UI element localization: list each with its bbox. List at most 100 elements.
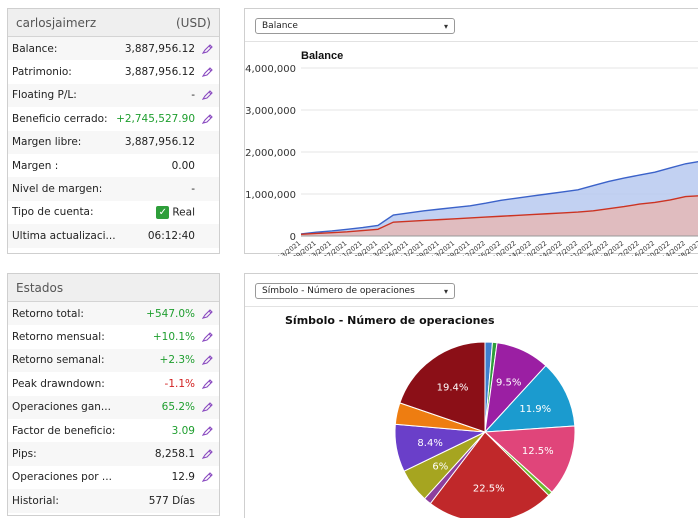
stat-value: 3,887,956.12	[124, 136, 195, 149]
pie-chart-area: Símbolo - Número de operaciones 9.5% 11.9%…	[245, 306, 698, 518]
account-header: carlosjaimerz (USD)	[8, 9, 219, 37]
stat-value: 0.00	[171, 159, 195, 172]
stat-row: Balance: 3,887,956.12	[8, 37, 219, 61]
stat-row: Retorno semanal: +2.3%	[8, 348, 219, 373]
edit-pencil-icon[interactable]	[201, 43, 215, 54]
stat-row: Retorno mensual: +10.1%	[8, 325, 219, 348]
chart-title: Símbolo - Número de operaciones	[285, 314, 495, 327]
stat-row: Margen libre: 3,887,956.12	[8, 130, 219, 154]
stats-rows: Retorno total: +547.0% Retorno mensual: +10…	[8, 302, 219, 513]
pie-chart: Símbolo - Número de operaciones 9.5% 11.9%…	[285, 314, 576, 518]
edit-pencil-icon[interactable]	[201, 449, 215, 459]
stat-row: Beneficio cerrado: +2,745,527.90	[8, 107, 219, 130]
stat-value: 12.9	[171, 471, 195, 484]
account-type-text: Real	[172, 206, 195, 219]
stat-label: Nivel de margen:	[12, 183, 103, 196]
balance-chart-selector[interactable]: Balance ▾	[255, 18, 455, 34]
account-name: carlosjaimerz	[16, 15, 97, 30]
stat-label: Peak drawndown:	[12, 377, 105, 390]
y-tick-label: 1,000,000	[245, 190, 296, 201]
stat-label: Patrimonio:	[12, 66, 72, 79]
stat-row: Factor de beneficio: 3.09	[8, 419, 219, 442]
stat-value: 3,887,956.12	[124, 42, 195, 55]
chevron-down-icon: ▾	[443, 21, 448, 31]
pie-slice-label: 22.5%	[473, 484, 505, 495]
account-currency: (USD)	[175, 15, 211, 30]
edit-pencil-icon[interactable]	[201, 402, 215, 413]
stat-value: ✓ Real	[156, 205, 195, 219]
pie-slice-label: 6%	[432, 461, 448, 472]
stat-row: Floating P/L: -	[8, 83, 219, 108]
check-icon: ✓	[156, 205, 170, 219]
stat-row: Peak drawndown: -1.1%	[8, 372, 219, 395]
stat-label: Retorno total:	[12, 307, 84, 320]
stat-value: 3.09	[171, 424, 195, 437]
stat-value: 3,887,956.12	[124, 66, 195, 79]
stat-row: Retorno total: +547.0%	[8, 302, 219, 326]
stat-value: -	[191, 183, 195, 196]
stat-label: Historial:	[12, 494, 59, 507]
edit-pencil-icon[interactable]	[201, 67, 215, 77]
stat-label: Retorno semanal:	[12, 354, 105, 367]
edit-pencil-icon[interactable]	[201, 355, 215, 366]
stats-header: Estados	[8, 274, 219, 302]
stat-value: -1.1%	[164, 377, 195, 390]
stat-label: Operaciones por ...	[12, 471, 112, 484]
edit-pencil-icon[interactable]	[201, 379, 215, 389]
edit-pencil-icon[interactable]	[201, 425, 215, 436]
stat-label: Pips:	[12, 448, 37, 461]
pie-slice-label: 19.4%	[437, 383, 469, 394]
edit-pencil-icon[interactable]	[201, 308, 215, 319]
y-tick-label: 3,000,000	[245, 106, 296, 117]
stat-label: Tipo de cuenta:	[12, 206, 94, 219]
stats-title: Estados	[16, 280, 64, 295]
balance-selector-label: Balance	[262, 21, 298, 31]
stat-row: Operaciones por ... 12.9	[8, 466, 219, 489]
y-tick-label: 4,000,000	[245, 64, 296, 75]
stat-label: Margen libre:	[12, 136, 82, 149]
stat-row: Ultima actualizaci... 06:12:40	[8, 224, 219, 248]
pie-slice-label: 8.4%	[417, 438, 442, 449]
edit-pencil-icon[interactable]	[201, 332, 215, 342]
stat-value: +2.3%	[159, 354, 195, 367]
stat-label: Balance:	[12, 42, 58, 55]
stat-value: 8,258.1	[154, 448, 195, 461]
stat-row: Tipo de cuenta: ✓ Real	[8, 201, 219, 224]
account-rows: Balance: 3,887,956.12 Patrimonio: 3,887,956…	[8, 37, 219, 248]
pie-slice-label: 12.5%	[522, 446, 554, 457]
stat-value: +10.1%	[152, 331, 195, 344]
stat-label: Ultima actualizaci...	[12, 229, 116, 242]
stat-value: -	[191, 89, 195, 102]
stat-value: 577 Días	[148, 494, 195, 507]
stat-row: Nivel de margen: -	[8, 177, 219, 201]
balance-chart: Balance 4,000,000 3,000,000 2,000,000 1,000,…	[245, 50, 698, 269]
stat-label: Retorno mensual:	[12, 331, 105, 344]
stat-label: Factor de beneficio:	[12, 424, 116, 437]
stat-row: Patrimonio: 3,887,956.12	[8, 60, 219, 83]
stat-label: Floating P/L:	[12, 89, 77, 102]
edit-pencil-icon[interactable]	[201, 90, 215, 101]
pie-chart-panel: Símbolo - Número de operaciones ▾ Símbol…	[244, 273, 698, 518]
account-panel: carlosjaimerz (USD) Balance: 3,887,956.12…	[7, 8, 220, 254]
chart-title: Balance	[301, 50, 343, 62]
stat-label: Beneficio cerrado:	[12, 112, 108, 125]
balance-chart-area: Balance 4,000,000 3,000,000 2,000,000 1,000,…	[245, 41, 698, 269]
pie-chart-selector[interactable]: Símbolo - Número de operaciones ▾	[255, 283, 455, 299]
edit-pencil-icon[interactable]	[201, 472, 215, 483]
stat-label: Operaciones gan...	[12, 401, 111, 414]
stat-value: 65.2%	[161, 401, 195, 414]
stats-panel: Estados Retorno total: +547.0% Retorno men…	[7, 273, 220, 516]
stat-value: +547.0%	[146, 307, 195, 320]
stat-row: Historial: 577 Días	[8, 489, 219, 513]
balance-chart-panel: Balance ▾ Balance 4,000,000 3,000,000 2,000…	[244, 8, 698, 269]
stat-row: Pips: 8,258.1	[8, 442, 219, 466]
pie-selector-label: Símbolo - Número de operaciones	[262, 286, 415, 296]
stat-label: Margen :	[12, 159, 59, 172]
pie-slice-label: 9.5%	[496, 377, 521, 388]
stat-row: Operaciones gan... 65.2%	[8, 395, 219, 419]
stat-value: 06:12:40	[147, 229, 195, 242]
pie-slice-label: 11.9%	[519, 404, 551, 415]
edit-pencil-icon[interactable]	[201, 114, 215, 124]
chevron-down-icon: ▾	[443, 286, 448, 296]
y-tick-label: 2,000,000	[245, 148, 296, 159]
